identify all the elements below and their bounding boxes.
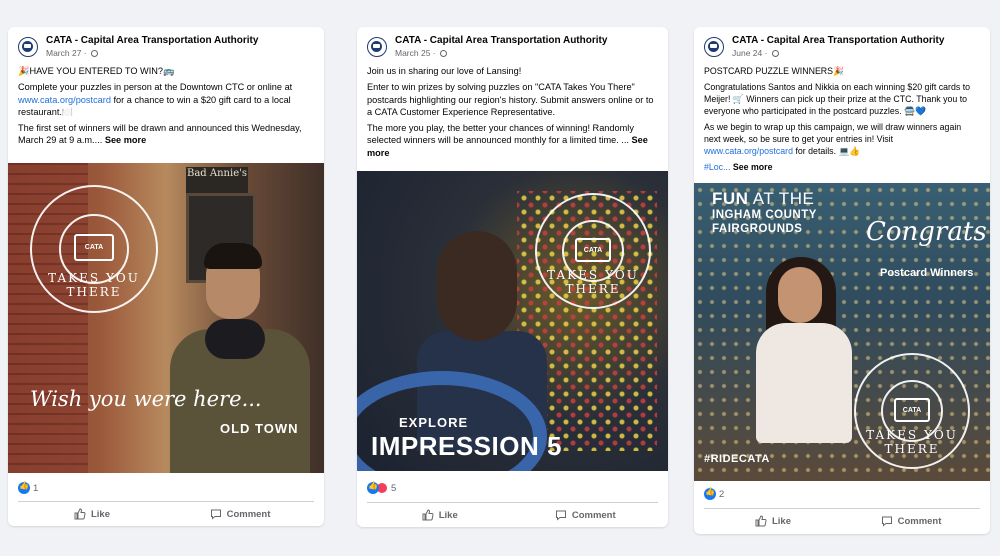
comment-icon — [210, 509, 221, 520]
like-button[interactable]: Like — [18, 503, 166, 525]
post-date[interactable]: March 25 — [395, 48, 430, 58]
reactions-count: 5 — [391, 483, 397, 494]
globe-icon — [440, 50, 447, 57]
post-image[interactable]: FUN AT THE INGHAM COUNTY FAIRGROUNDS Con… — [694, 183, 990, 481]
comment-button[interactable]: Comment — [513, 504, 659, 526]
post-meta: June 24 · — [732, 48, 779, 58]
page-avatar[interactable] — [18, 37, 38, 57]
post-actions: Like Comment — [704, 510, 980, 532]
post-card: CATA - Capital Area Transportation Autho… — [357, 27, 668, 527]
post-meta: March 25 · — [395, 48, 447, 58]
cata-badge: CATA TAKES YOU THERE — [854, 353, 970, 469]
divider — [18, 501, 314, 502]
post-paragraph: Enter to win prizes by solving puzzles o… — [367, 82, 654, 117]
image-caption: Wish you were here... — [30, 387, 262, 411]
page-name[interactable]: CATA - Capital Area Transportation Autho… — [732, 35, 944, 46]
postcard-link[interactable]: www.cata.org/postcard — [18, 95, 111, 105]
post-card: CATA - Capital Area Transportation Autho… — [8, 27, 324, 526]
page-avatar[interactable] — [367, 37, 387, 57]
post-header: CATA - Capital Area Transportation Autho… — [367, 35, 658, 59]
reactions-summary[interactable]: 1 — [18, 481, 39, 496]
person-figure — [160, 243, 310, 473]
post-actions: Like Comment — [18, 503, 314, 525]
cata-badge: CATA TAKES YOU THERE — [30, 185, 158, 313]
like-button[interactable]: Like — [367, 504, 513, 526]
reactions-summary[interactable]: 5 — [367, 481, 397, 496]
image-headline: FUN AT THE — [712, 189, 815, 208]
image-place: OLD TOWN — [220, 421, 299, 436]
post-image[interactable]: Bad Annie's CATA TAKES YOU THERE Wish yo… — [8, 163, 324, 473]
globe-icon — [771, 50, 779, 57]
post-card: CATA - Capital Area Transportation Autho… — [694, 27, 990, 534]
image-explore: EXPLORE — [399, 415, 469, 430]
post-date[interactable]: June 24 — [732, 48, 762, 58]
like-icon — [755, 515, 767, 527]
post-paragraph: #Loc... See more — [704, 161, 980, 173]
page-name[interactable]: CATA - Capital Area Transportation Autho… — [46, 35, 258, 46]
image-congrats: Congrats — [866, 217, 987, 247]
page-name[interactable]: CATA - Capital Area Transportation Autho… — [395, 35, 607, 46]
comment-button[interactable]: Comment — [166, 503, 314, 525]
post-text: POSTCARD PUZZLE WINNERS🎉 Congratulations… — [704, 65, 980, 177]
image-hashtag: #RIDECATA — [704, 453, 770, 465]
comment-icon — [881, 516, 892, 527]
post-date[interactable]: March 27 — [46, 48, 81, 58]
post-header: CATA - Capital Area Transportation Autho… — [704, 35, 980, 59]
image-postcard-winners: Postcard Winners — [880, 267, 974, 279]
post-paragraph: Join us in sharing our love of Lansing! — [367, 66, 522, 76]
post-paragraph: POSTCARD PUZZLE WINNERS🎉 — [704, 66, 844, 76]
reactions-summary[interactable]: 2 — [704, 487, 725, 502]
like-icon — [422, 509, 434, 521]
post-paragraph: 🎉HAVE YOU ENTERED TO WIN?🚌 — [18, 66, 175, 76]
girl-figure — [738, 257, 858, 457]
comment-button[interactable]: Comment — [842, 510, 980, 532]
like-icon — [74, 508, 86, 520]
image-title: IMPRESSION 5 — [371, 431, 562, 461]
globe-icon — [91, 50, 98, 57]
post-header: CATA - Capital Area Transportation Autho… — [18, 35, 314, 59]
post-meta: March 27 · — [46, 48, 98, 58]
post-actions: Like Comment — [367, 504, 658, 526]
comment-icon — [555, 510, 566, 521]
post-paragraph: Complete your puzzles in person at the D… — [18, 82, 293, 117]
reactions-count: 1 — [33, 483, 39, 494]
post-paragraph: Congratulations Santos and Nikkia on eac… — [704, 82, 971, 116]
image-subheadline: INGHAM COUNTY FAIRGROUNDS — [712, 209, 817, 235]
postcard-link[interactable]: www.cata.org/postcard — [704, 146, 793, 156]
reactions-count: 2 — [719, 489, 725, 500]
like-reaction-icon — [367, 481, 379, 494]
like-reaction-icon — [704, 487, 716, 500]
post-text: 🎉HAVE YOU ENTERED TO WIN?🚌 Complete your… — [18, 65, 314, 151]
post-paragraph: The more you play, the better your chanc… — [367, 123, 648, 158]
divider — [367, 502, 658, 503]
see-more-link[interactable]: See more — [733, 162, 773, 172]
page-avatar[interactable] — [704, 37, 724, 57]
hashtag-link[interactable]: #Loc... — [704, 162, 733, 172]
storefront-sign: Bad Annie's — [186, 167, 248, 193]
see-more-link[interactable]: See more — [105, 135, 146, 145]
post-paragraph: As we begin to wrap up this campaign, we… — [704, 122, 962, 156]
like-button[interactable]: Like — [704, 510, 842, 532]
post-image[interactable]: CATA TAKES YOU THERE EXPLORE IMPRESSION … — [357, 171, 668, 471]
like-reaction-icon — [18, 481, 30, 494]
post-paragraph: The first set of winners will be drawn a… — [18, 123, 302, 146]
cata-badge: CATA TAKES YOU THERE — [535, 193, 651, 309]
divider — [704, 508, 980, 509]
post-text: Join us in sharing our love of Lansing! … — [367, 65, 658, 163]
